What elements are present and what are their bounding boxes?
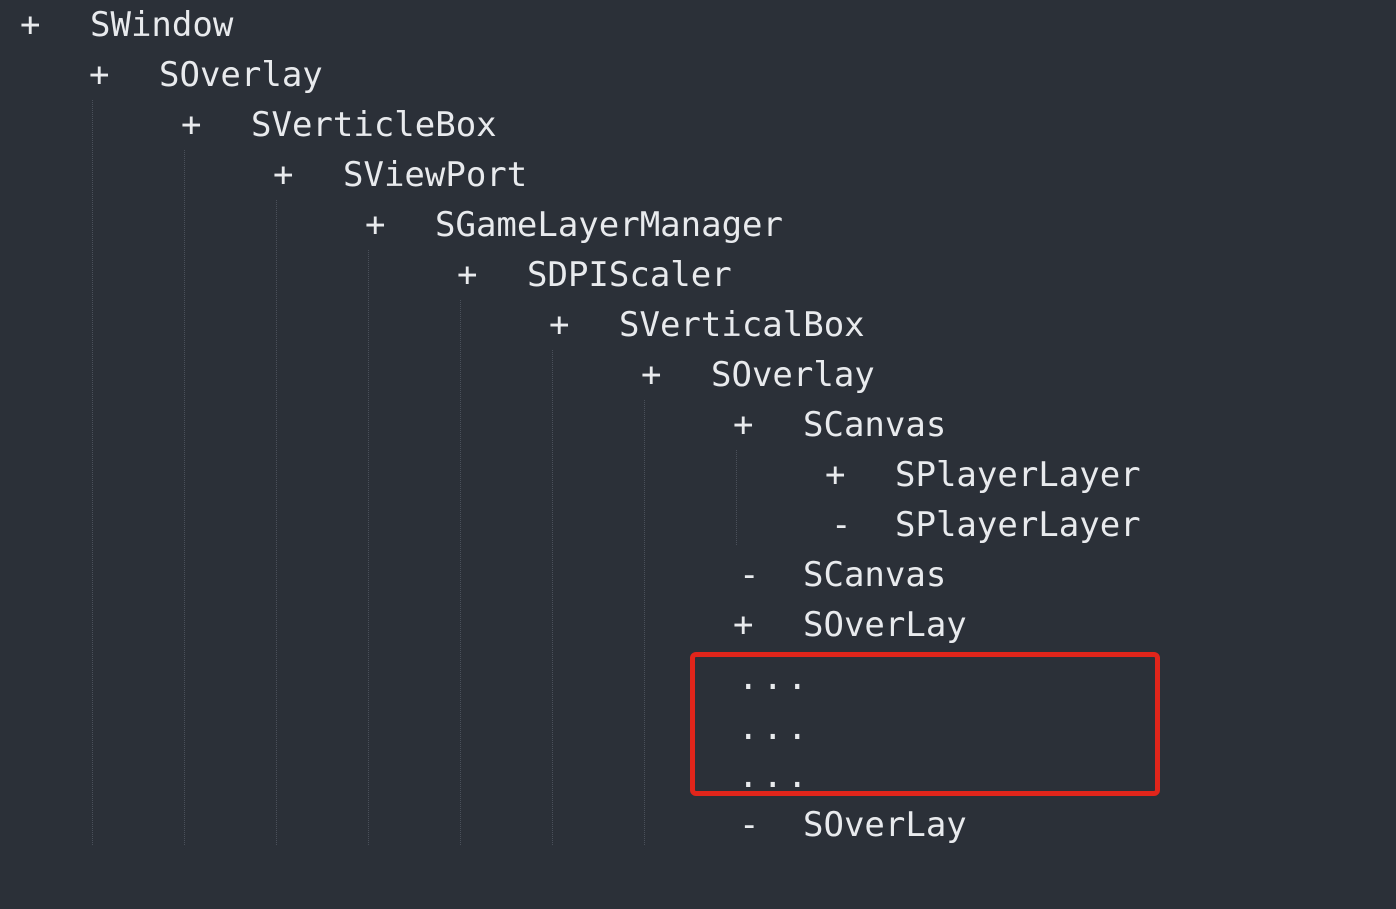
expand-icon[interactable]: + (365, 200, 405, 250)
indent-guide (644, 400, 645, 845)
expand-icon[interactable]: + (20, 0, 60, 50)
tree-node-label: SOverLay (803, 605, 967, 645)
tree-view: + SWindow + SOverlay + SVerticleBox + SV… (0, 0, 1396, 909)
indent-guide (460, 300, 461, 845)
tree-node-label: SOverlay (711, 355, 875, 395)
tree-node-label: SDPIScaler (527, 255, 732, 295)
indent-guide (276, 200, 277, 845)
tree-node-label: SVerticalBox (619, 305, 865, 345)
expand-icon[interactable]: + (641, 350, 681, 400)
highlight-box (690, 652, 1160, 796)
expand-icon[interactable]: + (273, 150, 313, 200)
collapse-icon[interactable]: - (831, 500, 871, 550)
collapse-icon[interactable]: - (739, 550, 779, 600)
tree-node-label: SOverlay (159, 55, 323, 95)
tree-node-label: SCanvas (803, 405, 947, 445)
tree-node-label: SCanvas (803, 555, 947, 595)
tree-node-label: SWindow (90, 5, 234, 45)
collapse-icon[interactable]: - (739, 800, 779, 850)
tree-node-label: SViewPort (343, 155, 528, 195)
tree-node-label: SVerticleBox (251, 105, 497, 145)
indent-guide (184, 150, 185, 845)
expand-icon[interactable]: + (733, 400, 773, 450)
tree-node-label: SGameLayerManager (435, 205, 783, 245)
expand-icon[interactable]: + (457, 250, 497, 300)
tree-node-label: SPlayerLayer (895, 455, 1141, 495)
indent-guide (552, 350, 553, 845)
tree-node-label: SOverLay (803, 805, 967, 845)
expand-icon[interactable]: + (825, 450, 865, 500)
indent-guide (736, 450, 737, 545)
expand-icon[interactable]: + (181, 100, 221, 150)
expand-icon[interactable]: + (733, 600, 773, 650)
expand-icon[interactable]: + (89, 50, 129, 100)
indent-guide (368, 250, 369, 845)
tree-node-label: SPlayerLayer (895, 505, 1141, 545)
indent-guide (92, 100, 93, 845)
expand-icon[interactable]: + (549, 300, 589, 350)
